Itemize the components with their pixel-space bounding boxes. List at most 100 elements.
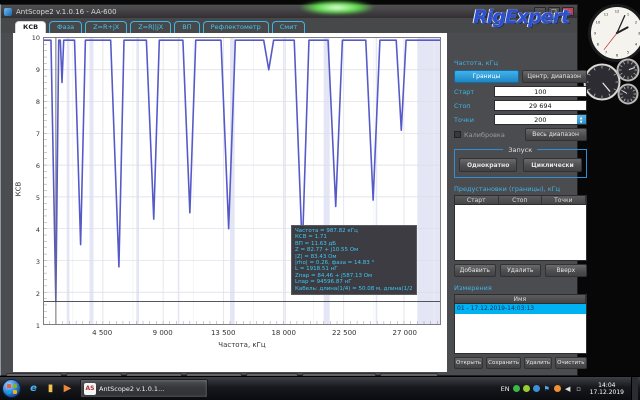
windows-flag-pane — [13, 390, 17, 394]
center-span-mode-button[interactable]: Центр, диапазон — [522, 70, 587, 83]
language-indicator[interactable]: EN — [501, 385, 510, 393]
x-tick-label: 18 000 — [259, 329, 309, 337]
tab-vp[interactable]: ВП — [174, 21, 199, 33]
y-tick-label: 3 — [13, 258, 40, 266]
windows-flag-pane — [13, 384, 17, 388]
single-sweep-button[interactable]: Однократно — [459, 158, 517, 172]
show-desktop-button[interactable] — [631, 377, 638, 400]
window-content: КСВ Частота, кГц Частота = 987.82 кГцКСВ… — [1, 33, 577, 372]
clear-measurements-button[interactable]: Очистить — [555, 357, 586, 369]
field-row: Старт100 — [454, 86, 587, 97]
points-input[interactable]: 200▲▼ — [494, 114, 587, 125]
y-tick-label: 8 — [13, 98, 40, 106]
tab-z-parallel[interactable]: Z=R||jX — [130, 21, 171, 33]
media-player-icon[interactable]: ▶ — [60, 381, 75, 397]
taskbar-date: 17.12.2019 — [590, 389, 624, 396]
svg-text:7: 7 — [605, 51, 607, 55]
tab-ksv[interactable]: КСВ — [15, 21, 46, 33]
rigexpert-logo: RigExpert — [473, 6, 569, 28]
app-icon — [4, 8, 12, 16]
save-measurement-button[interactable]: Сохранить — [486, 357, 521, 369]
desktop: 121234567891011 AntScope2 v.1.0.16 - AA-… — [0, 0, 640, 400]
add-preset-button[interactable]: Добавить — [454, 264, 496, 277]
windows-flag-pane — [7, 384, 11, 388]
tray-orange-app-icon[interactable] — [554, 385, 561, 392]
stop-frequency-input[interactable]: 29 694 — [494, 100, 587, 111]
range-mode-switch: ГраницыЦентр, диапазон — [454, 70, 587, 83]
field-row: Точки200▲▼ — [454, 114, 587, 125]
gauge-gadget-small-top[interactable] — [616, 58, 640, 86]
internet-explorer-icon[interactable]: e — [26, 381, 41, 397]
system-tray: EN ⚑ ◀▫ 14:04 17.12.2019 — [501, 377, 638, 400]
full-range-button[interactable]: Весь диапазон — [525, 128, 587, 141]
calibration-checkbox[interactable] — [454, 131, 461, 138]
field-label: Стоп — [454, 102, 494, 110]
y-tick-label: 1 — [13, 322, 40, 330]
band-highlight — [178, 38, 179, 324]
presets-table-body[interactable] — [454, 205, 587, 261]
svg-text:12: 12 — [615, 10, 620, 14]
measurement-row-selected[interactable]: 01 - 17.12.2019-14:03:13 — [455, 304, 586, 314]
measurements-table-body[interactable]: 01 - 17.12.2019-14:03:13 — [454, 304, 587, 354]
analog-clock-gadget[interactable]: 121234567891011 — [588, 4, 640, 66]
gadget-dial: 121234567891011 — [588, 4, 640, 62]
field-row: Стоп29 694 — [454, 100, 587, 111]
x-tick-label: 13 500 — [198, 329, 248, 337]
open-measurement-button[interactable]: Открыть — [454, 357, 483, 369]
gadget-dial — [616, 58, 640, 82]
control-panel: Частота, кГц ГраницыЦентр, диапазон Стар… — [447, 33, 593, 372]
gauge-gadget-small-bottom[interactable] — [617, 83, 639, 109]
measurements-label: Измерения — [454, 284, 587, 292]
taskbar-clock[interactable]: 14:04 17.12.2019 — [586, 382, 628, 396]
band-highlight — [136, 38, 139, 324]
move-up-button[interactable]: Вверх — [545, 264, 587, 277]
taskbar: e▮▶ AS AntScope2 v.1.0.1... EN ⚑ ◀▫ 14:04… — [0, 376, 640, 400]
start-frequency-input[interactable]: 100 — [494, 86, 587, 97]
swr-chart-panel: КСВ Частота, кГц Частота = 987.82 кГцКСВ… — [13, 33, 447, 372]
tray-blue-app-icon[interactable] — [533, 385, 540, 392]
y-tick-label: 6 — [13, 162, 40, 170]
delete-measurement-button[interactable]: Удалить — [524, 357, 552, 369]
volume-icon[interactable]: ◀ — [564, 385, 572, 393]
antscope-task-button[interactable]: AS AntScope2 v.1.0.1... — [80, 379, 208, 398]
svg-text:5: 5 — [627, 51, 629, 55]
tray-green-app-icon[interactable] — [513, 385, 520, 392]
tray-notification-icon[interactable]: ▫ — [575, 385, 583, 393]
x-tick-label: 22 500 — [319, 329, 369, 337]
presets-column-header[interactable]: Точки — [542, 196, 586, 204]
presets-column-header[interactable]: Стоп — [499, 196, 543, 204]
tab-faza[interactable]: Фаза — [49, 21, 82, 33]
cursor-tooltip: Частота = 987.82 кГцКСВ = 1.71ВП = 11.63… — [291, 225, 417, 295]
tray-leaf-app-icon[interactable] — [523, 385, 530, 392]
band-highlight — [284, 38, 285, 324]
x-tick-label: 9 000 — [138, 329, 188, 337]
svg-text:1: 1 — [627, 12, 629, 16]
folder-icon[interactable]: ▮ — [43, 381, 58, 397]
quick-launch: e▮▶ — [26, 381, 75, 397]
y-tick-label: 4 — [13, 226, 40, 234]
tab-z-series[interactable]: Z=R+jX — [85, 21, 127, 33]
tab-smith[interactable]: Смит — [272, 21, 305, 33]
tray-flag-icon[interactable]: ⚑ — [543, 385, 551, 393]
start-button[interactable] — [2, 379, 21, 398]
measurements-table-header: Имя — [454, 294, 587, 304]
tooltip-line: Кабель: длина(1/4) = 50.08 м, длина(1/2)… — [295, 286, 413, 292]
spinner-buttons[interactable]: ▲▼ — [577, 115, 586, 124]
delete-preset-button[interactable]: Удалить — [500, 264, 542, 277]
taskbar-time: 14:04 — [590, 382, 624, 389]
cyclic-sweep-button[interactable]: Циклически — [523, 158, 581, 172]
measurements-column-header[interactable]: Имя — [455, 295, 586, 303]
launch-group: Запуск ОднократноЦиклически — [454, 149, 587, 178]
antscope-task-label: AntScope2 v.1.0.1... — [99, 385, 164, 393]
gadget-dial — [617, 83, 639, 105]
presets-buttons: Добавить УдалитьВверх — [454, 264, 587, 277]
presets-column-header[interactable]: Старт — [455, 196, 499, 204]
tab-reflectometer[interactable]: Рефлектометр — [203, 21, 269, 33]
bounds-mode-button[interactable]: Границы — [454, 70, 519, 83]
presets-table-header: СтартСтопТочки — [454, 195, 587, 205]
svg-text:11: 11 — [604, 12, 609, 16]
calibration-label: Калибровка — [464, 131, 525, 139]
svg-text:2: 2 — [635, 21, 637, 25]
frequency-fields: Старт100 Стоп29 694 Точки200▲▼ — [454, 86, 587, 128]
svg-text:10: 10 — [596, 21, 601, 25]
